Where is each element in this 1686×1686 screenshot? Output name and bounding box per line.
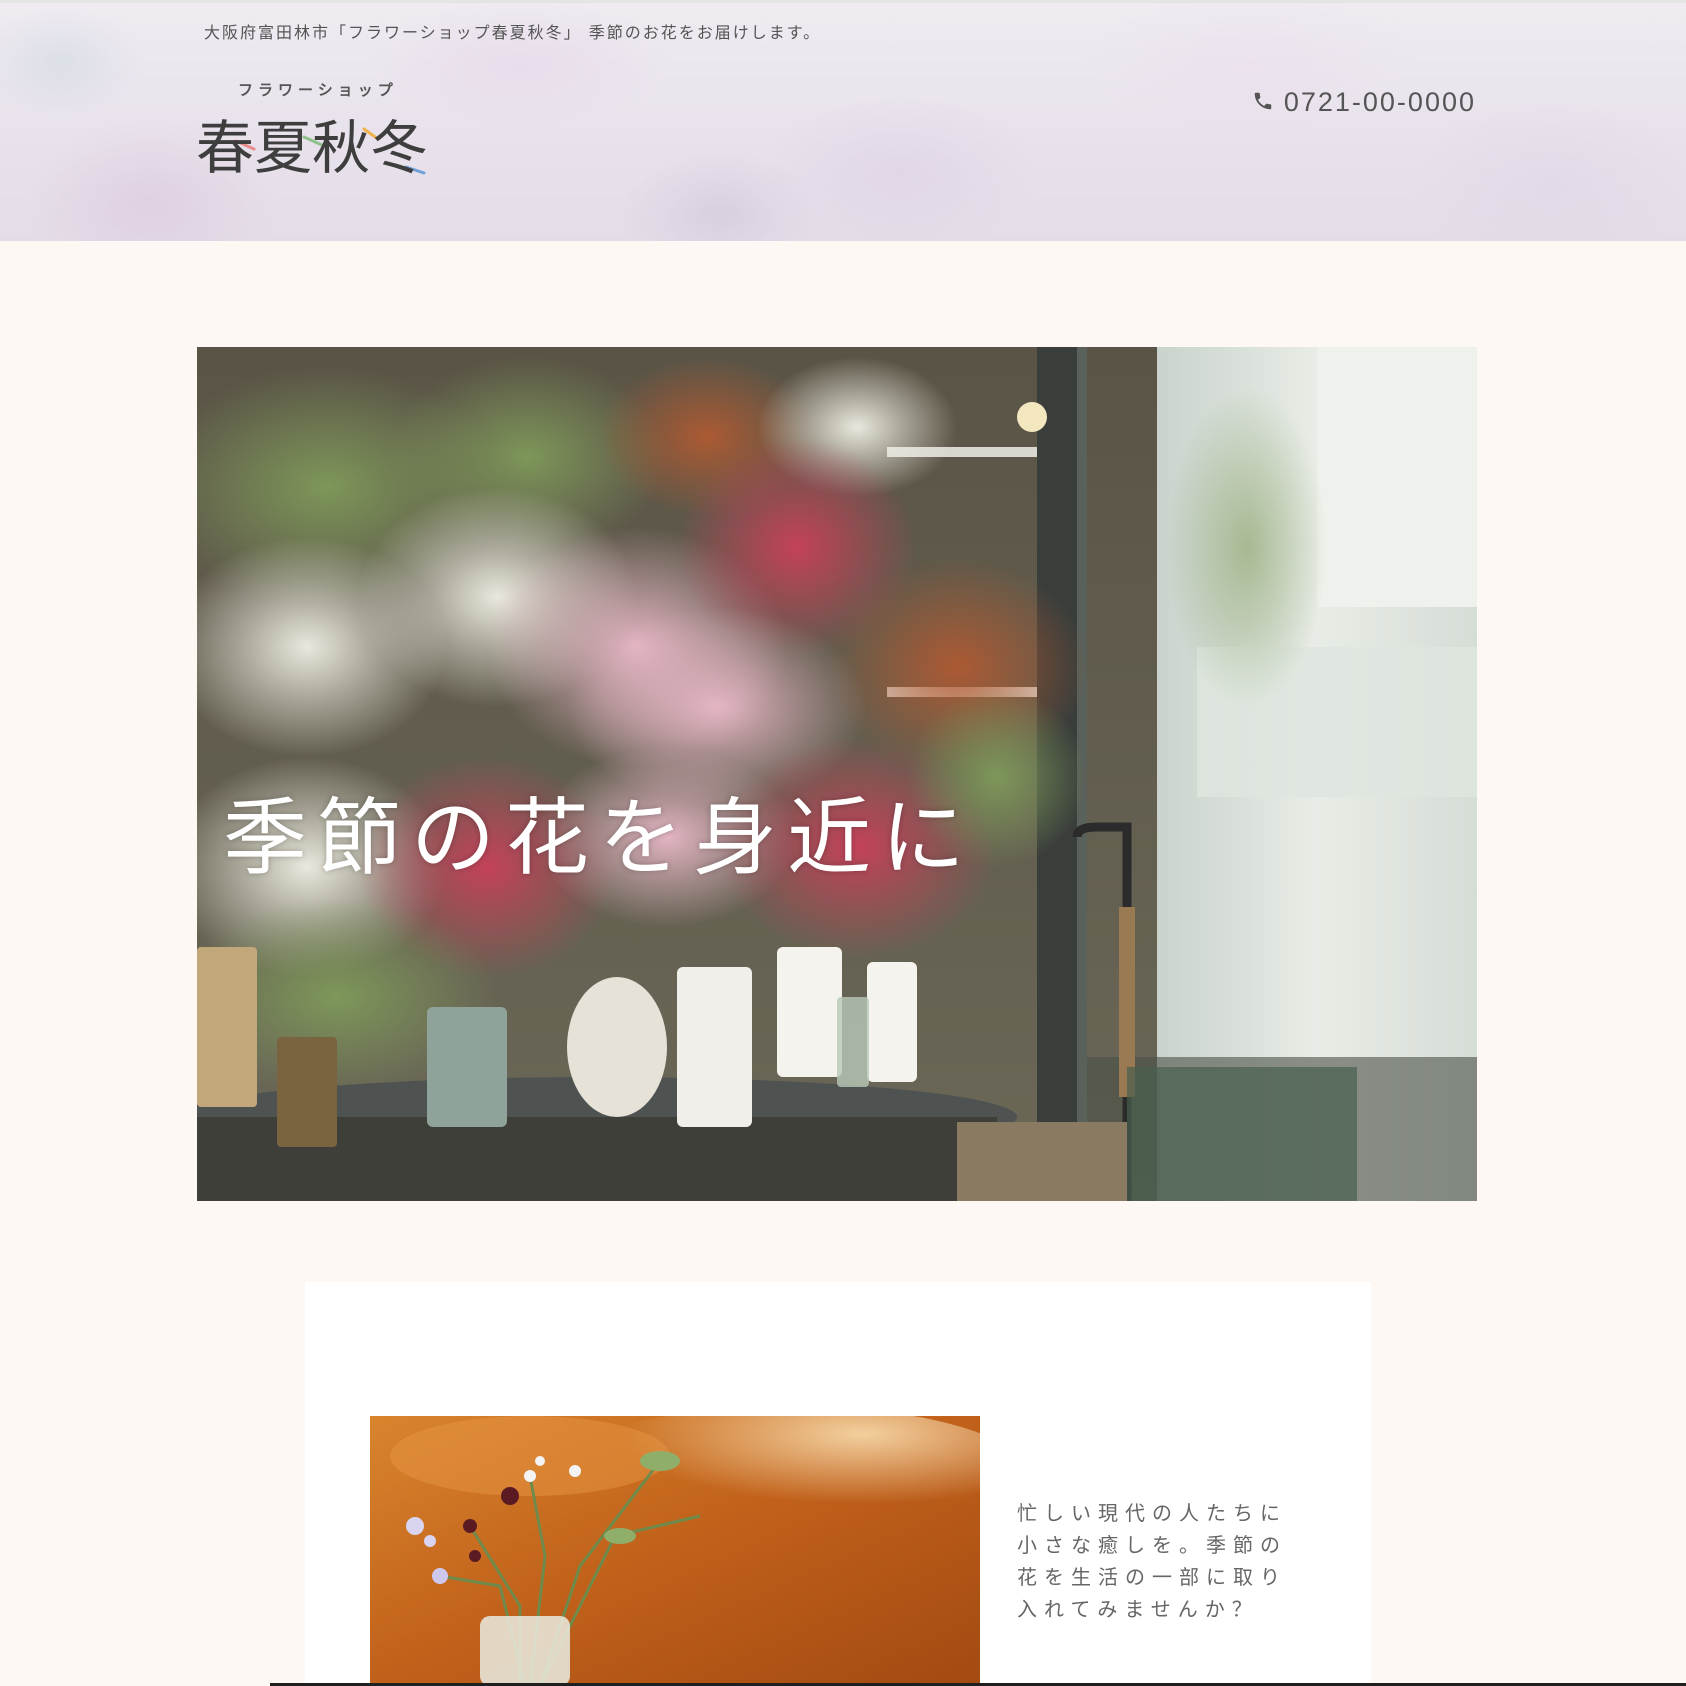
site-logo[interactable]: フラワーショップ 春夏秋冬 [196, 79, 446, 182]
hero-section: 季節の花を身近に [197, 347, 1477, 1201]
site-header: 大阪府富田林市「フラワーショップ春夏秋冬」 季節のお花をお届けします。 フラワー… [0, 3, 1686, 241]
phone-number: 0721-00-0000 [1283, 87, 1476, 117]
phone-icon [1252, 90, 1274, 116]
header-tagline: 大阪府富田林市「フラワーショップ春夏秋冬」 季節のお花をお届けします。 [204, 23, 822, 42]
intro-image [370, 1416, 980, 1686]
page: 大阪府富田林市「フラワーショップ春夏秋冬」 季節のお花をお届けします。 フラワー… [0, 0, 1686, 1686]
intro-text: 忙しい現代の人たちに小さな癒しを。季節の花を生活の一部に取り入れてみませんか？ [1017, 1501, 1287, 1621]
intro-card: 忙しい現代の人たちに小さな癒しを。季節の花を生活の一部に取り入れてみませんか？ [305, 1282, 1371, 1686]
logo-kana: フラワーショップ [238, 81, 398, 99]
hero-title: 季節の花を身近に [223, 789, 976, 888]
logo-kanji: 春夏秋冬 [196, 114, 429, 182]
phone-contact[interactable]: 0721-00-0000 [1252, 87, 1476, 118]
